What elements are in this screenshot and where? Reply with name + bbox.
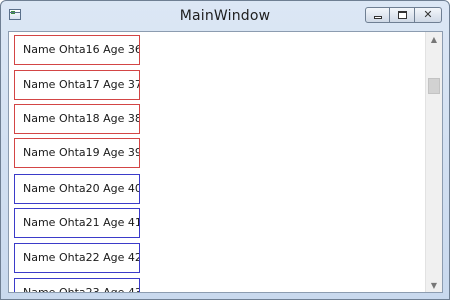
- list-item[interactable]: Name Ohta19 Age 39: [14, 138, 140, 168]
- scrollbar-thumb[interactable]: [428, 78, 440, 94]
- minimize-button[interactable]: [365, 7, 390, 23]
- scroll-down-button[interactable]: ▼: [426, 278, 442, 292]
- title-bar[interactable]: MainWindow ✕: [1, 1, 449, 31]
- minimize-icon: [374, 16, 382, 19]
- vertical-scrollbar[interactable]: ▲ ▼: [425, 32, 442, 292]
- person-list[interactable]: Name Ohta16 Age 36 Name Ohta17 Age 37 Na…: [9, 32, 425, 292]
- list-item[interactable]: Name Ohta22 Age 42: [14, 243, 140, 273]
- close-button[interactable]: ✕: [415, 7, 442, 23]
- scroll-up-button[interactable]: ▲: [426, 32, 442, 48]
- maximize-button[interactable]: [390, 7, 415, 23]
- list-item[interactable]: Name Ohta23 Age 43: [14, 278, 140, 292]
- chevron-down-icon: ▼: [430, 281, 438, 290]
- list-item[interactable]: Name Ohta17 Age 37: [14, 70, 140, 100]
- caption-buttons: ✕: [365, 7, 442, 25]
- window-client-area: Name Ohta16 Age 36 Name Ohta17 Age 37 Na…: [8, 31, 443, 293]
- list-item[interactable]: Name Ohta21 Age 41: [14, 208, 140, 238]
- close-icon: ✕: [423, 8, 433, 21]
- maximize-icon: [398, 11, 407, 19]
- list-item[interactable]: Name Ohta20 Age 40: [14, 174, 140, 204]
- list-item[interactable]: Name Ohta16 Age 36: [14, 35, 140, 65]
- main-window: MainWindow ✕ Name Ohta16 Age 36 Name Oht…: [0, 0, 450, 300]
- list-item[interactable]: Name Ohta18 Age 38: [14, 104, 140, 134]
- chevron-up-icon: ▲: [430, 35, 438, 44]
